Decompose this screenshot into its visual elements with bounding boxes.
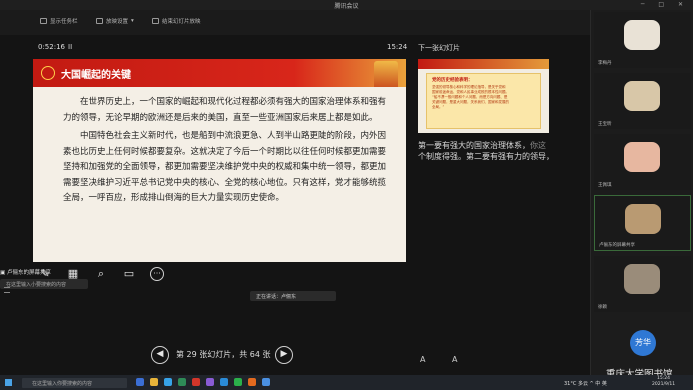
monitor-icon — [96, 18, 103, 24]
preview-line: 全局。” — [432, 105, 445, 109]
slide-header: 大国崛起的关键 — [33, 59, 406, 87]
display-settings-label: 放映设置 — [106, 19, 129, 25]
slide-counter: 第 29 张幻灯片，共 64 张 — [176, 350, 271, 359]
taskbar-search[interactable]: 在这里输入你要搜索的内容 — [22, 378, 127, 388]
taskbar-app-icon[interactable] — [220, 378, 228, 386]
chat-input[interactable]: 在这里输入小要搜索的内容 — [0, 279, 88, 289]
display-settings-button[interactable]: 放映设置 ▾ — [96, 17, 134, 25]
taskbar-app-icon[interactable] — [248, 378, 256, 386]
current-time: 15:24 — [387, 43, 408, 51]
current-slide: 大国崛起的关键 在世界历史上，一个国家的崛起和现代化过程都必须有强大的国家治理体… — [33, 59, 406, 262]
participant-tile[interactable]: 李梅丹 — [594, 12, 691, 68]
next-slide-label: 下一张幻灯片 — [418, 44, 460, 52]
header-decoration — [374, 61, 398, 87]
system-tray[interactable]: 31°C 多云 ^ 中 英 — [564, 380, 607, 387]
avatar — [625, 204, 661, 234]
taskbar-app-icon[interactable] — [206, 378, 214, 386]
slide-paragraph: 在世界历史上，一个国家的崛起和现代化过程都必须有强大的国家治理体系和强有力的领导… — [63, 97, 387, 123]
end-slideshow-button[interactable]: 结束幻灯片放映 — [152, 17, 201, 25]
taskbar-icon — [40, 18, 47, 24]
notes-line: 个制度得强。第二要有强有力的领导， — [418, 152, 554, 161]
participant-tile[interactable]: 王宝昕 — [594, 73, 691, 129]
participant-name: 王宝昕 — [598, 122, 612, 127]
screen: 腾讯会议 ─ □ ✕ 显示任务栏 放映设置 ▾ 结束幻灯片放映 0:52:16 … — [0, 0, 693, 390]
taskbar-app-icon[interactable] — [192, 378, 200, 386]
slide-paragraph: 中国特色社会主义新时代，也是船到中流浪更急、人到半山路更陡的阶段，内外因素也比历… — [63, 131, 387, 203]
taskbar-app-icon[interactable] — [234, 378, 242, 386]
previous-slide-button[interactable]: ◀ — [151, 346, 169, 364]
taskbar-app-icon[interactable] — [136, 378, 144, 386]
preview-box-title: 党的历史经验表明： — [432, 78, 473, 83]
preview-box: 党的历史经验表明： 坚强的领导核心和科学的理论指导，是关乎党和 国家前途命运、党… — [426, 73, 541, 129]
taskbar-app-icon[interactable] — [164, 378, 172, 386]
participant-tile[interactable]: 卢俪东的屏幕共享 — [594, 195, 691, 251]
end-show-icon — [152, 18, 159, 24]
participant-tile[interactable]: 芳华 — [594, 317, 691, 373]
end-slideshow-label: 结束幻灯片放映 — [162, 19, 201, 25]
menu-icon[interactable] — [4, 287, 10, 293]
next-slide-button[interactable]: ▶ — [275, 346, 293, 364]
pause-button[interactable]: II — [68, 43, 72, 51]
avatar — [624, 20, 660, 50]
notes-line-dim: 你这 — [530, 141, 546, 150]
participants-panel: 李梅丹 王宝昕 王佩琪 卢俪东的屏幕共享 徐颖 芳华 重庆大学图书馆 — [590, 10, 693, 380]
slide-title: 大国崛起的关键 — [61, 70, 131, 81]
slide-body: 在世界历史上，一个国家的崛起和现代化过程都必须有强大的国家治理体系和强有力的领导… — [63, 95, 388, 210]
presenter-toolbar: 显示任务栏 放映设置 ▾ 结束幻灯片放映 — [0, 10, 590, 35]
taskbar-app-icon[interactable] — [178, 378, 186, 386]
participant-name: 王佩琪 — [598, 183, 612, 188]
notes-line: 第一要有强大的国家治理体系， — [418, 141, 530, 150]
show-taskbar-button[interactable]: 显示任务栏 — [40, 17, 78, 25]
party-emblem-icon — [41, 66, 55, 80]
avatar — [624, 81, 660, 111]
participant-name: 卢俪东的屏幕共享 — [599, 243, 635, 248]
participant-tile[interactable]: 王佩琪 — [594, 134, 691, 190]
participant-name: 李梅丹 — [598, 61, 612, 66]
screen-icon[interactable]: ▭ — [122, 267, 136, 281]
presenter-view: 0:52:16 II 15:24 下一张幻灯片 大国崛起的关键 在世界历史上，一… — [0, 35, 590, 375]
window-controls[interactable]: ─ □ ✕ — [641, 1, 689, 8]
participant-name: 徐颖 — [598, 305, 607, 310]
speaker-notes: 第一要有强大的国家治理体系，你这 个制度得强。第二要有强有力的领导， — [418, 140, 588, 162]
chevron-down-icon: ▾ — [131, 18, 134, 24]
taskbar-apps — [136, 378, 270, 386]
talking-indicator: 正在讲话：卢俪东 — [250, 291, 336, 301]
title-bar: 腾讯会议 ─ □ ✕ — [0, 0, 693, 10]
avatar — [624, 142, 660, 172]
window-title: 腾讯会议 — [334, 3, 359, 10]
more-icon[interactable]: ··· — [150, 267, 164, 281]
avatar — [624, 264, 660, 294]
taskbar-app-icon[interactable] — [262, 378, 270, 386]
tray-clock[interactable]: 15:24 2021/9/11 — [652, 376, 675, 388]
preview-header — [418, 59, 549, 69]
zoom-icon[interactable]: ⌕ — [94, 267, 108, 281]
next-slide-preview[interactable]: 党的历史经验表明： 坚强的领导核心和科学的理论指导，是关乎党和 国家前途命运、党… — [418, 59, 549, 133]
taskbar: 在这里输入你要搜索的内容 31°C 多云 ^ 中 英 15:24 2021/9/… — [0, 375, 693, 390]
screen-share-label: ▣ 卢俪东的屏幕共享 — [0, 270, 51, 276]
taskbar-app-icon[interactable] — [150, 378, 158, 386]
show-taskbar-label: 显示任务栏 — [50, 19, 78, 25]
elapsed-timer: 0:52:16 — [38, 43, 65, 51]
share-icon: ▣ — [0, 270, 7, 276]
font-size-controls[interactable]: A A — [420, 355, 470, 364]
avatar-initials: 芳华 — [630, 330, 656, 356]
participant-tile[interactable]: 徐颖 — [594, 256, 691, 312]
windows-start-icon[interactable] — [5, 379, 12, 386]
tray-date: 2021/9/11 — [652, 382, 676, 387]
